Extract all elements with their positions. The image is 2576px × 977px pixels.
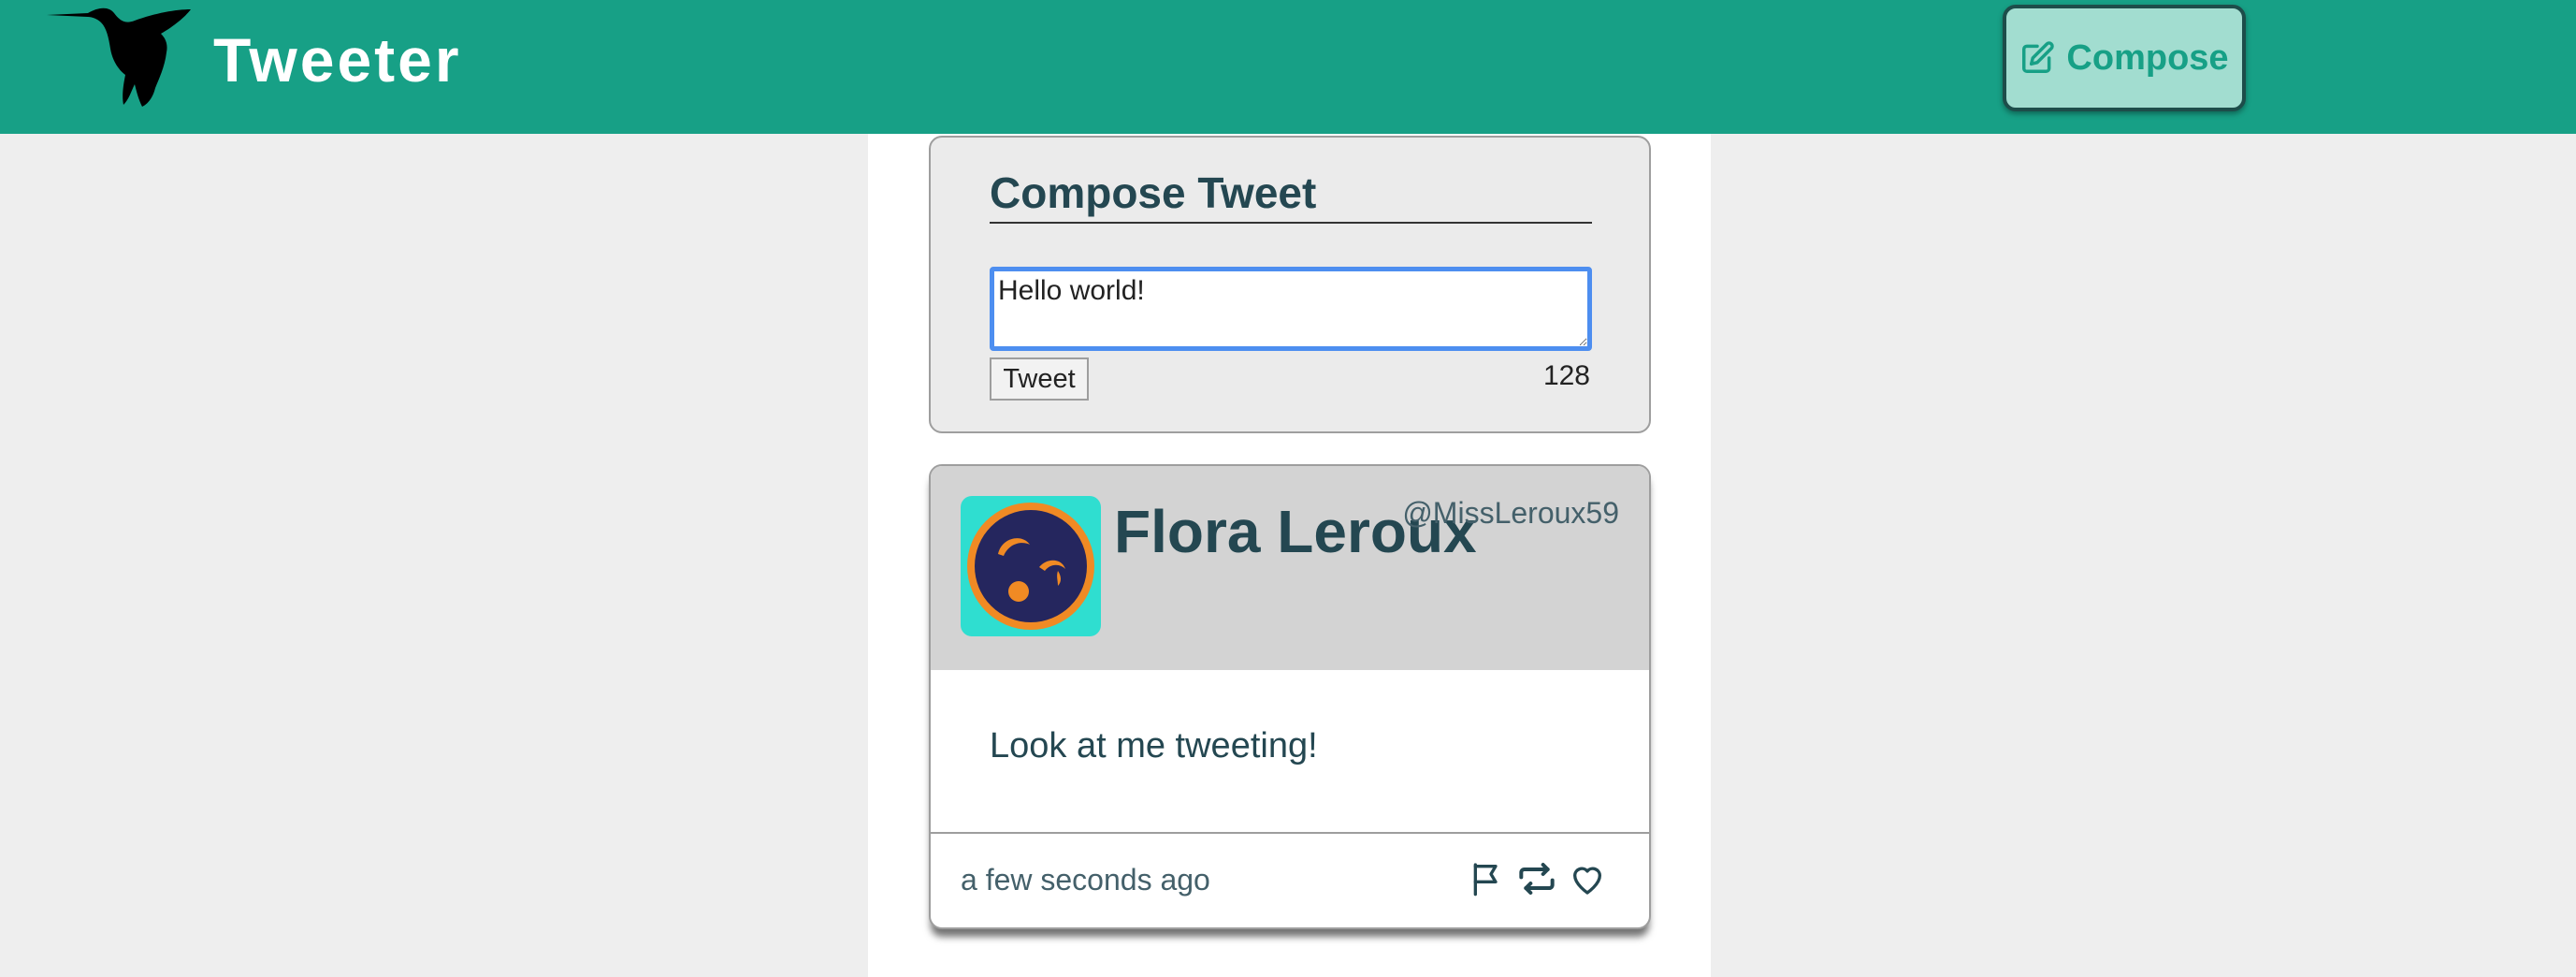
compose-tweet-card: Compose Tweet Hello world! Tweet 128 — [929, 136, 1651, 433]
tweet-textarea[interactable]: Hello world! — [990, 267, 1592, 351]
tweet-card: Flora Leroux @MissLeroux59 Look at me tw… — [929, 464, 1651, 929]
hummingbird-logo-icon — [47, 7, 191, 108]
tweet-actions — [1468, 860, 1606, 897]
compose-button-label: Compose — [2066, 37, 2229, 78]
top-nav: Tweeter Compose — [0, 0, 2576, 134]
brand-title: Tweeter — [213, 25, 462, 95]
tweet-text: Look at me tweeting! — [990, 726, 1318, 766]
char-counter: 128 — [1542, 360, 1590, 391]
retweet-icon[interactable] — [1518, 860, 1556, 897]
compose-button[interactable]: Compose — [2003, 5, 2246, 111]
tweet-header: Flora Leroux @MissLeroux59 — [931, 466, 1649, 670]
tweet-divider — [931, 832, 1649, 834]
tweet-author-handle: @MissLeroux59 — [1402, 496, 1619, 530]
tweet-submit-button[interactable]: Tweet — [990, 357, 1089, 401]
tweet-timestamp: a few seconds ago — [961, 863, 1210, 897]
avatar — [961, 496, 1101, 636]
avatar-image — [967, 503, 1094, 630]
flag-icon[interactable] — [1468, 860, 1505, 897]
compose-title: Compose Tweet — [990, 166, 1592, 224]
edit-icon — [2022, 41, 2055, 73]
heart-icon[interactable] — [1569, 860, 1606, 897]
